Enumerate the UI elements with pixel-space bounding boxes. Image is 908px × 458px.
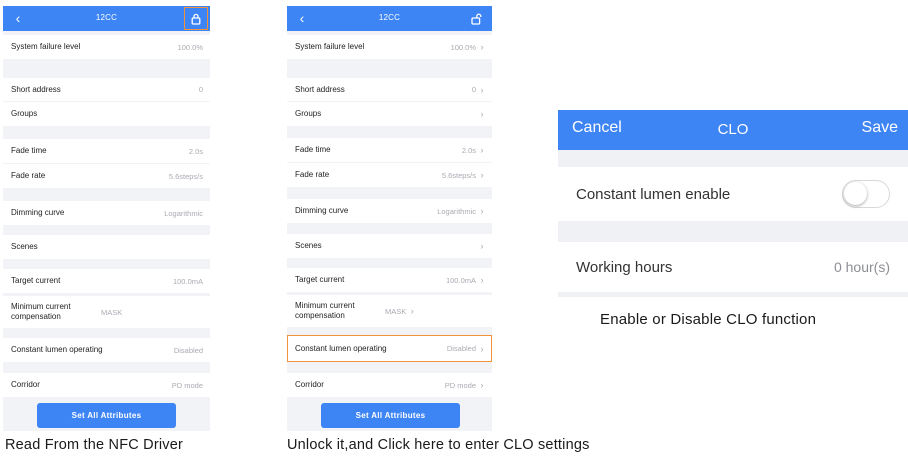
row-value: Disabled [173,345,203,355]
page-title: 12CC [95,13,118,22]
constant-lumen-enable-row: Constant lumen enable [558,167,908,221]
row-corridor[interactable]: Corridor PD mode › [287,373,492,397]
row-value: PD mode [444,380,476,390]
row-short-address[interactable]: Short address 0 [3,78,210,101]
navigation-bar: ‹ 12CC [3,6,210,31]
row-label: Groups [11,109,38,118]
row-value: 2.0s [461,145,476,155]
row-fade-time[interactable]: Fade time 2.0s › [287,138,492,162]
row-label: Target current [295,275,345,284]
row-label: Target current [11,276,61,285]
row-fade-time[interactable]: Fade time 2.0s [3,139,210,163]
row-fade-rate[interactable]: Fade rate 5.6steps/s [3,164,210,188]
row-system-failure-level[interactable]: System failure level 100.0% › [287,35,492,59]
row-groups[interactable]: Groups › [287,102,492,126]
row-label: Fade rate [11,171,46,180]
row-system-failure-level[interactable]: System failure level 100.0% [3,35,210,59]
row-value: 0 [471,85,476,94]
caption-clo: Enable or Disable CLO function [600,311,817,328]
phone-unlocked-screen: ‹ 12CC System failure level 100.0% › Short… [287,6,492,431]
caption-unlock: Unlock it,and Click here to enter CLO se… [287,437,590,453]
row-label: Corridor [11,380,40,389]
row-value: Logarithmic [437,206,476,216]
page-title: 12CC [378,13,401,22]
row-label: Short address [11,84,61,94]
row-label: System failure level [295,42,365,51]
chevron-right-icon: › [480,42,484,52]
row-value: MASK [385,306,407,316]
row-value: PD mode [171,380,203,390]
unlock-icon[interactable] [467,9,486,28]
row-label: Corridor [295,380,324,389]
row-label: System failure level [11,42,81,51]
row-label: Groups [295,109,322,118]
set-all-attributes-button[interactable]: Set All Attributes [37,403,176,428]
row-target-current[interactable]: Target current 100.0mA › [287,268,492,292]
clo-title: CLO [717,121,749,138]
row-label: Fade rate [295,170,330,179]
chevron-right-icon: › [480,84,484,95]
chevron-right-icon: › [480,109,484,119]
row-value: Disabled [446,344,476,353]
chevron-right-icon: › [480,275,484,285]
row-label: Short address [295,84,345,94]
row-fade-rate[interactable]: Fade rate 5.6steps/s › [287,163,492,187]
row-label: Scenes [11,242,38,251]
clo-settings-panel: Cancel CLO Save Constant lumen enable Wo… [558,110,908,297]
row-label: Scenes [295,241,322,250]
chevron-right-icon: › [410,306,414,316]
row-label: Constant lumen operating [11,345,103,354]
row-groups[interactable]: Groups [3,102,210,126]
row-label: Constant lumen operating [295,343,387,353]
working-hours-label: Working hours [576,258,673,276]
constant-lumen-enable-label: Constant lumen enable [576,185,731,203]
caption-read: Read From the NFC Driver [5,437,184,453]
chevron-right-icon: › [480,206,484,216]
row-label: Minimum current compensation [11,302,71,321]
row-scenes[interactable]: Scenes › [287,234,492,258]
row-value: 0 [198,85,203,94]
chevron-right-icon: › [480,380,484,390]
working-hours-value: 0 hour(s) [833,259,890,275]
row-value: 5.6steps/s [168,171,203,181]
constant-lumen-toggle[interactable] [842,180,890,208]
row-label: Dimming curve [295,206,349,215]
row-dimming-curve[interactable]: Dimming curve Logarithmic › [287,199,492,223]
save-button[interactable]: Save [862,119,898,137]
row-label: Fade time [11,146,47,155]
row-target-current[interactable]: Target current 100.0mA [3,269,210,293]
row-value: 100.0mA [172,276,203,286]
row-short-address[interactable]: Short address 0 › [287,78,492,101]
row-dimming-curve[interactable]: Dimming curve Logarithmic [3,201,210,225]
row-label: Minimum current compensation [295,301,355,320]
chevron-right-icon: › [480,343,484,354]
row-value: MASK [101,307,123,317]
row-label: Dimming curve [11,208,65,217]
row-value: 2.0s [188,146,203,156]
row-value: 5.6steps/s [441,170,476,180]
chevron-right-icon: › [480,170,484,180]
row-minimum-current-compensation[interactable]: Minimum current compensation MASK [3,296,210,328]
row-value: 100.0% [177,42,203,52]
lock-icon[interactable] [184,7,208,30]
row-scenes[interactable]: Scenes [3,235,210,259]
clo-navigation-bar: Cancel CLO Save [558,110,908,150]
row-value: 100.0mA [445,275,476,285]
chevron-right-icon: › [480,241,484,251]
row-label: Fade time [295,145,331,154]
working-hours-row: Working hours 0 hour(s) [558,242,908,292]
chevron-right-icon: › [480,145,484,155]
row-corridor[interactable]: Corridor PD mode [3,373,210,397]
navigation-bar: ‹ 12CC [287,6,492,31]
set-all-attributes-button[interactable]: Set All Attributes [321,403,460,428]
toggle-knob [844,182,867,205]
row-value: Logarithmic [164,208,203,218]
row-minimum-current-compensation[interactable]: Minimum current compensation MASK › [287,295,492,327]
row-constant-lumen-operating[interactable]: Constant lumen operating Disabled [3,338,210,362]
row-constant-lumen-operating[interactable]: Constant lumen operating Disabled › [287,335,492,362]
row-value: 100.0% [450,42,476,52]
phone-read-screen: ‹ 12CC System failure level 100.0% Short … [3,6,210,431]
